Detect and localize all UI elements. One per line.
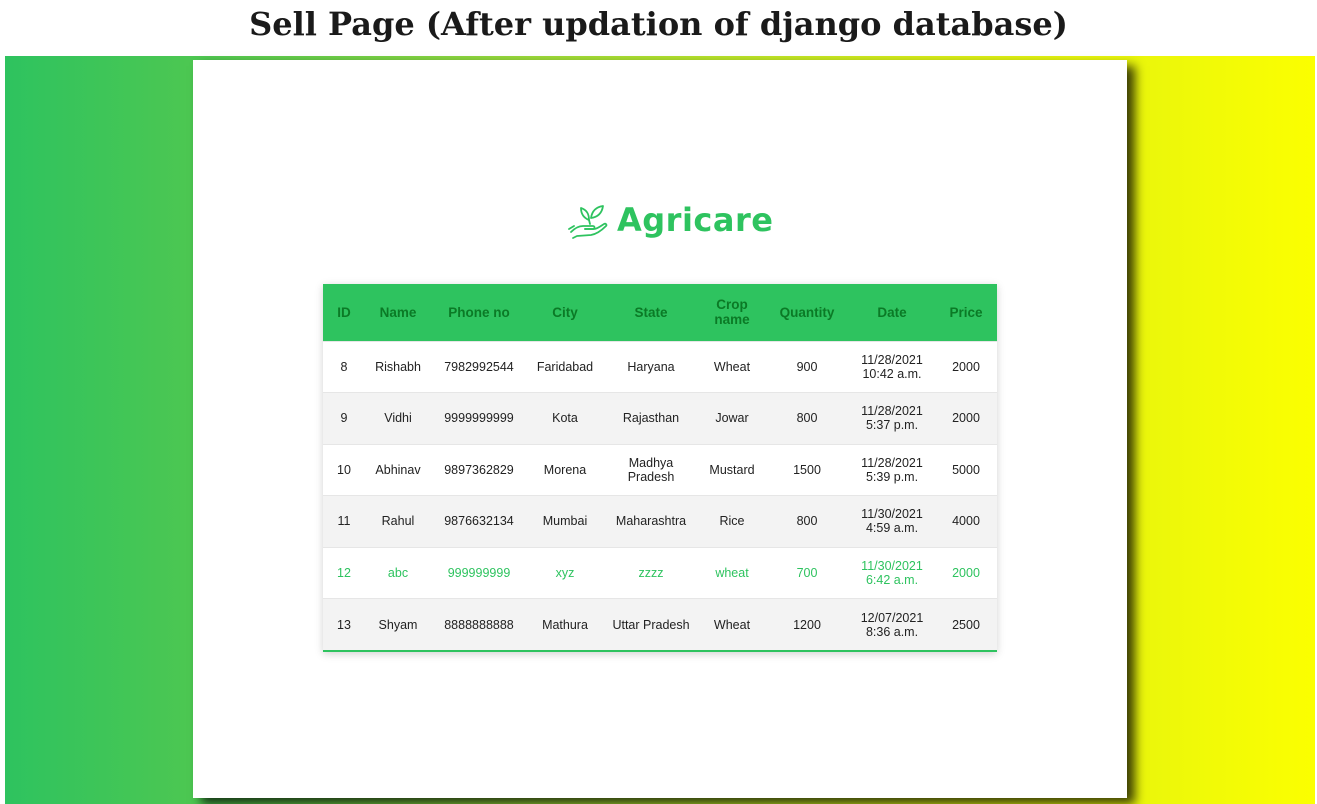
cell-quantity: 700: [796, 565, 818, 580]
table-row: 8 Rishabh 7982992544 Faridabad Haryana W…: [323, 341, 997, 393]
cell-date-time: 4:59 a.m.: [865, 521, 919, 536]
cell-name: Vidhi: [384, 411, 412, 426]
cell-date-time: 5:39 p.m.: [865, 469, 919, 484]
header-id: ID: [337, 304, 351, 320]
cell-date-time: 5:37 p.m.: [865, 418, 919, 433]
cell-phone: 7982992544: [444, 359, 514, 374]
cell-date-day: 12/07/2021: [860, 610, 924, 625]
cell-city: Kota: [552, 411, 578, 426]
cell-quantity: 800: [796, 411, 818, 426]
cell-date-day: 11/30/2021: [861, 507, 923, 522]
cell-city: Morena: [543, 462, 587, 477]
cell-phone: 9876632134: [444, 514, 514, 529]
cell-name: Rishabh: [375, 359, 421, 374]
cell-name: Shyam: [378, 617, 418, 632]
cell-crop: Rice: [719, 514, 745, 529]
cell-date: 11/28/2021 5:39 p.m.: [849, 444, 935, 496]
cell-price: 5000: [952, 462, 980, 477]
cell-crop: Mustard: [709, 462, 755, 477]
cell-price: 2500: [952, 617, 980, 632]
table-row-highlighted[interactable]: 12 abc 999999999 xyz zzzz wheat 700 11/3…: [323, 547, 997, 599]
cell-city: Faridabad: [536, 359, 594, 374]
cell-city: xyz: [555, 565, 575, 580]
plant-in-hand-icon: [568, 205, 608, 239]
header-city: City: [552, 304, 578, 320]
cell-crop: Wheat: [713, 359, 751, 374]
cell-date: 11/28/2021 10:42 a.m.: [849, 341, 935, 393]
header-state: State: [634, 304, 668, 320]
cell-date: 12/07/2021 8:36 a.m.: [849, 599, 935, 651]
cell-state: Rajasthan: [622, 411, 680, 426]
cell-date-day: 11/28/2021: [861, 455, 923, 470]
cell-date-day: 11/28/2021: [861, 404, 923, 419]
cell-date: 11/28/2021 5:37 p.m.: [849, 393, 935, 445]
cell-price: 4000: [952, 514, 980, 529]
header-phone: Phone no: [448, 304, 510, 320]
cell-date: 11/30/2021 6:42 a.m.: [849, 547, 935, 599]
cell-crop: wheat: [715, 565, 749, 580]
page-caption: Sell Page (After updation of django data…: [249, 5, 1068, 43]
header-date: Date: [877, 304, 907, 320]
header-name: Name: [379, 304, 417, 320]
cell-phone: 9897362829: [444, 462, 514, 477]
cell-id: 12: [337, 565, 351, 580]
cell-date-time: 8:36 a.m.: [865, 624, 919, 639]
cell-name: abc: [387, 565, 409, 580]
cell-state: zzzz: [638, 565, 664, 580]
cell-city: Mathura: [542, 617, 588, 632]
header-price: Price: [949, 304, 983, 320]
cell-state: Haryana: [627, 359, 675, 374]
table-header-row: ID Name Phone no City State Crop name Qu…: [323, 284, 997, 341]
cell-id: 9: [340, 411, 348, 426]
header-crop-name: Crop name: [714, 297, 750, 328]
table-row: 13 Shyam 8888888888 Mathura Uttar Prades…: [323, 598, 997, 651]
cell-phone: 9999999999: [444, 411, 514, 426]
cell-state: Maharashtra: [615, 514, 687, 529]
cell-id: 11: [337, 514, 351, 529]
cell-city: Mumbai: [542, 514, 588, 529]
cell-crop: Wheat: [713, 617, 751, 632]
header-quantity: Quantity: [779, 304, 835, 320]
cell-date-time: 10:42 a.m.: [862, 366, 922, 381]
cell-id: 8: [340, 359, 348, 374]
cell-quantity: 900: [796, 359, 818, 374]
cell-name: Abhinav: [375, 462, 421, 477]
cell-price: 2000: [952, 411, 980, 426]
cell-name: Rahul: [381, 514, 415, 529]
logo[interactable]: Agricare: [567, 198, 773, 242]
cell-state: Madhya Pradesh: [627, 455, 675, 484]
table-row: 10 Abhinav 9897362829 Morena Madhya Prad…: [323, 444, 997, 496]
table-row: 9 Vidhi 9999999999 Kota Rajasthan Jowar …: [323, 392, 997, 445]
logo-text: Agricare: [617, 201, 774, 239]
cell-price: 2000: [952, 565, 980, 580]
cell-date-day: 11/30/2021: [861, 558, 923, 573]
cell-phone: 8888888888: [444, 617, 514, 632]
content-card: Agricare ID Name Phone no City State Cro…: [193, 60, 1127, 798]
cell-date-day: 11/28/2021: [861, 352, 923, 367]
cell-price: 2000: [952, 359, 980, 374]
cell-date-time: 6:42 a.m.: [865, 572, 919, 587]
cell-phone: 999999999: [447, 565, 511, 580]
sell-table-container: ID Name Phone no City State Crop name Qu…: [323, 284, 997, 652]
cell-quantity: 800: [796, 514, 818, 529]
table-row: 11 Rahul 9876632134 Mumbai Maharashtra R…: [323, 495, 997, 548]
cell-quantity: 1500: [793, 462, 821, 477]
cell-id: 10: [337, 462, 351, 477]
cell-date: 11/30/2021 4:59 a.m.: [849, 496, 935, 548]
cell-id: 13: [337, 617, 351, 632]
cell-crop: Jowar: [715, 411, 749, 426]
sell-table: ID Name Phone no City State Crop name Qu…: [323, 284, 997, 650]
cell-state: Uttar Pradesh: [612, 617, 690, 632]
cell-quantity: 1200: [793, 617, 821, 632]
